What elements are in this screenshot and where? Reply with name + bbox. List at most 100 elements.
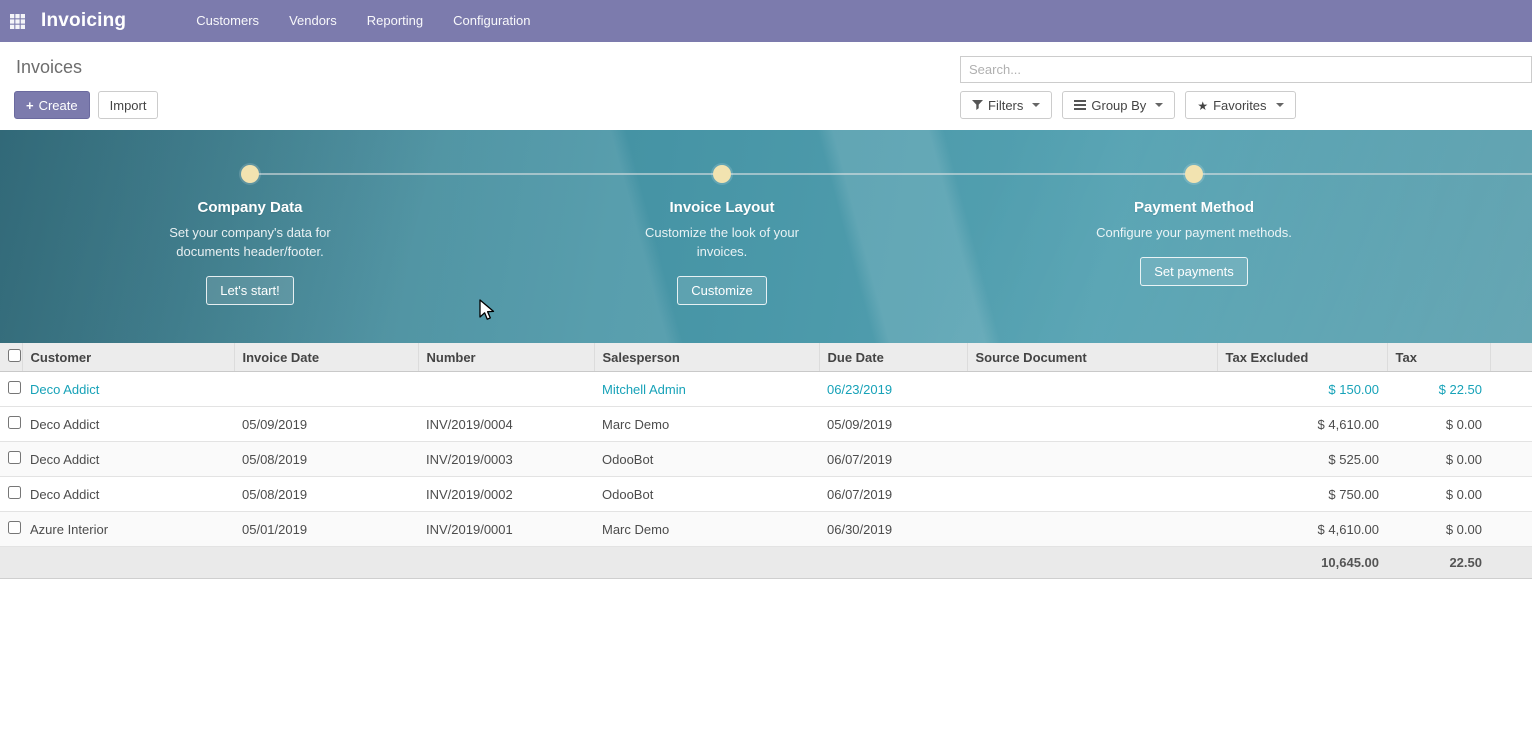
cell-tax-excluded: $ 150.00 (1217, 372, 1387, 407)
invoices-table: Customer Invoice Date Number Salesperson… (0, 343, 1532, 579)
cell-spacer (1490, 372, 1532, 407)
cell-tax-excluded: $ 4,610.00 (1217, 407, 1387, 442)
col-header-salesperson[interactable]: Salesperson (594, 343, 819, 372)
cell-tax-excluded: $ 4,610.00 (1217, 512, 1387, 547)
cell-spacer (1490, 442, 1532, 477)
cell-invoice-date: 05/08/2019 (234, 442, 418, 477)
cell-salesperson: OdooBot (594, 442, 819, 477)
cell-invoice-date (234, 372, 418, 407)
cell-spacer (1490, 512, 1532, 547)
create-button[interactable]: Create (14, 91, 90, 119)
row-select-cell (0, 477, 22, 512)
create-button-label: Create (39, 98, 78, 113)
filter-icon (972, 100, 983, 110)
star-icon (1197, 98, 1208, 113)
chevron-down-icon (1276, 103, 1284, 107)
cell-invoice-date: 05/01/2019 (234, 512, 418, 547)
row-checkbox[interactable] (8, 451, 21, 464)
table-row[interactable]: Deco Addict 05/08/2019 INV/2019/0002 Odo… (0, 477, 1532, 512)
col-header-tax-excluded[interactable]: Tax Excluded (1217, 343, 1387, 372)
favorites-button[interactable]: Favorites (1185, 91, 1295, 119)
col-header-source-document[interactable]: Source Document (967, 343, 1217, 372)
cell-customer: Deco Addict (22, 372, 234, 407)
cell-number: INV/2019/0004 (418, 407, 594, 442)
step-dot (241, 165, 259, 183)
row-checkbox[interactable] (8, 521, 21, 534)
row-select-cell (0, 512, 22, 547)
col-header-number[interactable]: Number (418, 343, 594, 372)
set-payments-button[interactable]: Set payments (1140, 257, 1248, 286)
search-options: Filters Group By Favorites (960, 91, 1296, 119)
cell-due-date: 06/07/2019 (819, 477, 967, 512)
table-footer-row: 10,645.00 22.50 (0, 547, 1532, 579)
footer-tax-excluded-total: 10,645.00 (1217, 547, 1387, 579)
footer-spacer (1490, 547, 1532, 579)
step-dot (713, 165, 731, 183)
step-description: Configure your payment methods. (1069, 224, 1319, 243)
onboarding-banner: Company Data Set your company's data for… (0, 130, 1532, 343)
row-checkbox[interactable] (8, 381, 21, 394)
col-header-due-date[interactable]: Due Date (819, 343, 967, 372)
cell-tax: $ 0.00 (1387, 442, 1490, 477)
step-title: Company Data (110, 199, 390, 216)
import-button-label: Import (110, 98, 147, 113)
cell-customer: Deco Addict (22, 477, 234, 512)
chevron-down-icon (1032, 103, 1040, 107)
grid-icon (10, 14, 25, 29)
apps-menu-icon[interactable] (8, 12, 26, 30)
top-navbar: Invoicing Customers Vendors Reporting Co… (0, 0, 1532, 42)
nav-item-vendors[interactable]: Vendors (274, 0, 352, 42)
cell-due-date: 06/30/2019 (819, 512, 967, 547)
cell-number: INV/2019/0001 (418, 512, 594, 547)
cell-number: INV/2019/0003 (418, 442, 594, 477)
table-row[interactable]: Azure Interior 05/01/2019 INV/2019/0001 … (0, 512, 1532, 547)
group-by-icon (1074, 100, 1086, 110)
filters-button-label: Filters (988, 98, 1023, 113)
col-header-tax[interactable]: Tax (1387, 343, 1490, 372)
cell-number: INV/2019/0002 (418, 477, 594, 512)
cell-due-date: 06/07/2019 (819, 442, 967, 477)
cell-spacer (1490, 477, 1532, 512)
row-select-cell (0, 407, 22, 442)
footer-tax-total: 22.50 (1387, 547, 1490, 579)
progress-line (250, 173, 1532, 175)
cell-due-date: 05/09/2019 (819, 407, 967, 442)
customize-button[interactable]: Customize (677, 276, 766, 305)
import-button[interactable]: Import (98, 91, 159, 119)
table-row[interactable]: Deco Addict Mitchell Admin 06/23/2019 $ … (0, 372, 1532, 407)
select-all-cell (0, 343, 22, 372)
select-all-checkbox[interactable] (8, 349, 21, 362)
table-header-row: Customer Invoice Date Number Salesperson… (0, 343, 1532, 372)
step-description: Customize the look of your invoices. (618, 224, 826, 262)
cell-due-date: 06/23/2019 (819, 372, 967, 407)
row-select-cell (0, 442, 22, 477)
cell-tax: $ 0.00 (1387, 477, 1490, 512)
groupby-button-label: Group By (1091, 98, 1146, 113)
filters-button[interactable]: Filters (960, 91, 1052, 119)
table-row[interactable]: Deco Addict 05/08/2019 INV/2019/0003 Odo… (0, 442, 1532, 477)
favorites-button-label: Favorites (1213, 98, 1266, 113)
lets-start-button[interactable]: Let's start! (206, 276, 294, 305)
action-buttons: Create Import (14, 91, 158, 119)
row-checkbox[interactable] (8, 486, 21, 499)
page-title: Invoices (16, 57, 82, 78)
nav-item-reporting[interactable]: Reporting (352, 0, 438, 42)
step-description: Set your company's data for documents he… (146, 224, 354, 262)
col-header-invoice-date[interactable]: Invoice Date (234, 343, 418, 372)
groupby-button[interactable]: Group By (1062, 91, 1175, 119)
cell-tax: $ 22.50 (1387, 372, 1490, 407)
plus-icon (26, 98, 34, 113)
row-checkbox[interactable] (8, 416, 21, 429)
col-header-customer[interactable]: Customer (22, 343, 234, 372)
cell-customer: Deco Addict (22, 407, 234, 442)
app-title[interactable]: Invoicing (41, 10, 126, 32)
nav-item-configuration[interactable]: Configuration (438, 0, 545, 42)
cell-customer: Deco Addict (22, 442, 234, 477)
search-input[interactable] (960, 56, 1532, 83)
nav-item-customers[interactable]: Customers (181, 0, 274, 42)
cell-customer: Azure Interior (22, 512, 234, 547)
cell-tax: $ 0.00 (1387, 512, 1490, 547)
onboarding-step-invoice-layout: Invoice Layout Customize the look of you… (582, 130, 862, 305)
table-row[interactable]: Deco Addict 05/09/2019 INV/2019/0004 Mar… (0, 407, 1532, 442)
control-panel: Invoices Create Import Filters Group By … (0, 42, 1532, 130)
